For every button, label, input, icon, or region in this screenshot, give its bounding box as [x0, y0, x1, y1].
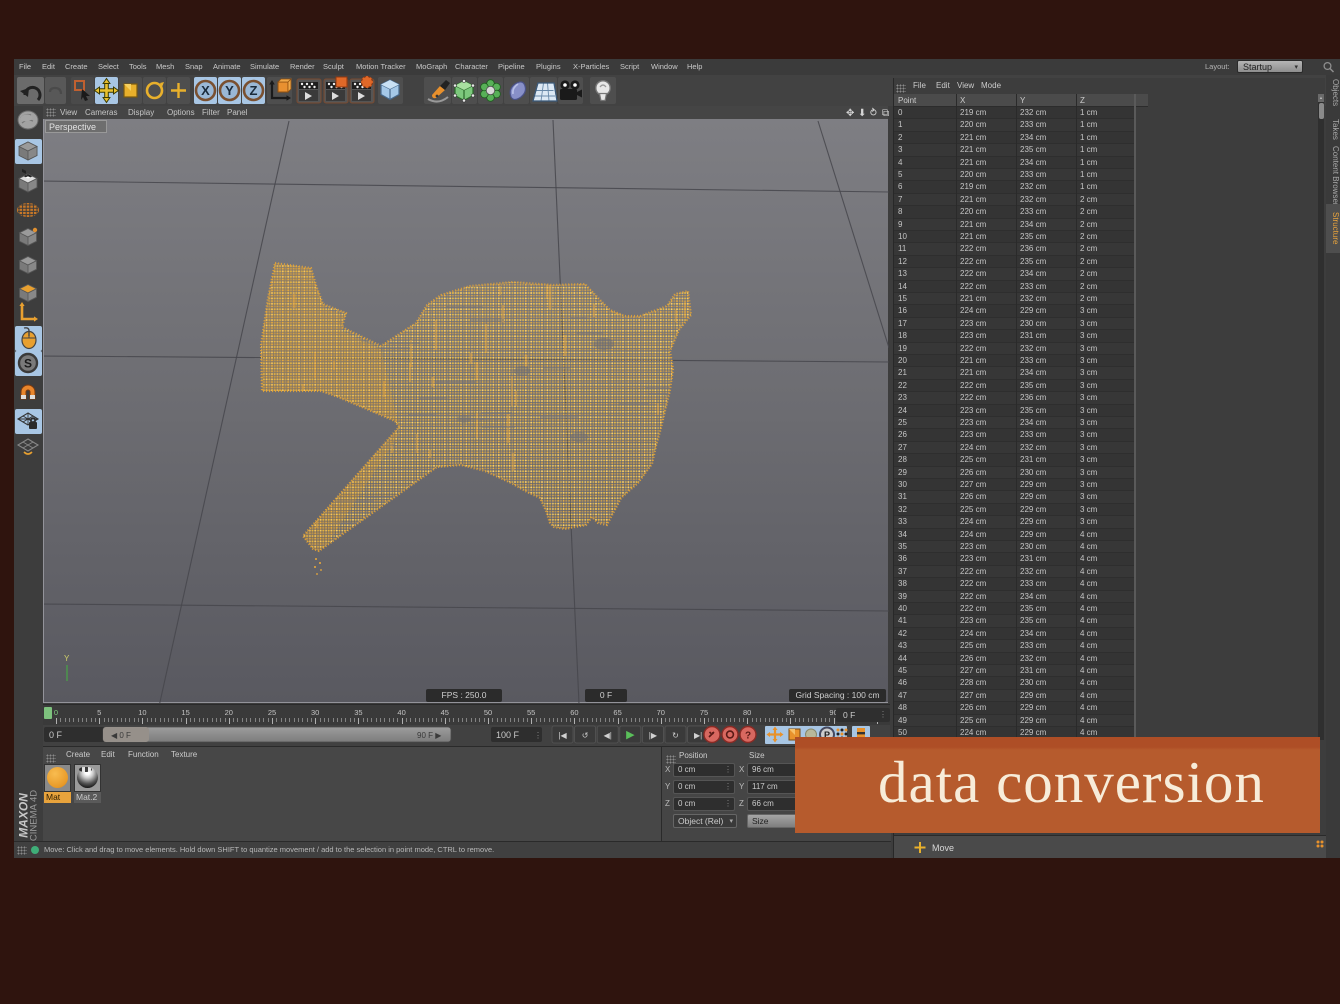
- svg-text:?: ?: [745, 731, 751, 742]
- svg-text:Z: Z: [250, 83, 258, 98]
- svg-text:X: X: [201, 83, 210, 98]
- svg-text:Y: Y: [64, 654, 70, 663]
- svg-text:Move: Move: [932, 843, 954, 853]
- svg-text:|◀: |◀: [558, 731, 567, 740]
- svg-text:◀|: ◀|: [604, 731, 612, 740]
- svg-text:⋮: ⋮: [534, 731, 542, 740]
- svg-text:|▶: |▶: [649, 731, 658, 740]
- svg-text:◀ 0 F: ◀ 0 F: [111, 731, 131, 740]
- svg-text:0 F: 0 F: [49, 730, 63, 740]
- svg-text:▶|: ▶|: [694, 731, 702, 740]
- svg-text:Y: Y: [225, 83, 234, 98]
- svg-text:↻: ↻: [672, 731, 679, 740]
- svg-text:▶: ▶: [626, 729, 635, 741]
- svg-text:90 F ▶: 90 F ▶: [417, 731, 442, 740]
- svg-text:S: S: [24, 357, 32, 371]
- svg-text:↺: ↺: [582, 731, 589, 740]
- svg-text:100 F: 100 F: [496, 730, 520, 740]
